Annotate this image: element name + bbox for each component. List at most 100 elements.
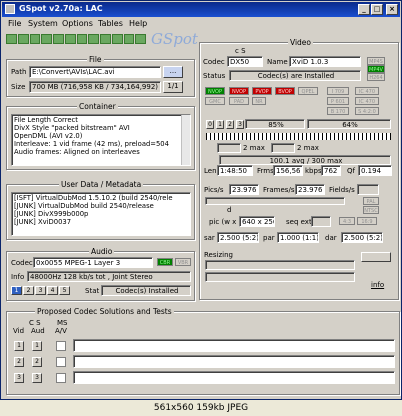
s420-flag: S 4:2:0: [355, 107, 379, 115]
vbr-flag: VBR: [175, 258, 191, 266]
aud-test-2[interactable]: 2: [32, 357, 42, 367]
size-field: 700 MB (716,958 KB / 734,164,992): [29, 81, 161, 93]
ic470-flag: IC 470: [355, 87, 379, 95]
max-slider-2[interactable]: [271, 143, 295, 153]
container-scrollbar[interactable]: [181, 115, 190, 165]
size-label: Size: [11, 83, 26, 91]
resize-option-button[interactable]: [361, 252, 391, 262]
list-item: [JUNK] DivX999b000p: [14, 210, 89, 218]
resizing-field-2: [205, 272, 355, 282]
file-group-title: File: [87, 55, 104, 64]
qpel-percent: 64%: [307, 119, 391, 129]
nvop-flag-a: NVOP: [205, 87, 225, 95]
audio-stream-tabs: 1 2 3 4 5: [11, 286, 70, 295]
ntsc-flag: NTSC: [363, 206, 379, 214]
audio-stat-label: Stat: [85, 287, 100, 295]
frame-ctrl[interactable]: 2: [226, 120, 234, 129]
minimize-button[interactable]: _: [358, 4, 370, 15]
path-label: Path: [11, 68, 27, 76]
pics-field: 23.976: [229, 184, 259, 195]
cs-label: C S: [29, 319, 41, 327]
audio-tab[interactable]: 1: [11, 286, 22, 295]
audio-tab[interactable]: 4: [47, 286, 58, 295]
len-field: 1:48:50: [217, 165, 253, 176]
vid-test-1[interactable]: 1: [14, 341, 24, 351]
gspot-window: GSpot v2.70a: LAC _ □ × File System Opti…: [0, 0, 402, 400]
pvop-flag: PVOP: [252, 87, 272, 95]
frame-ctrl[interactable]: 0: [206, 120, 214, 129]
close-button[interactable]: ×: [386, 4, 398, 15]
bvop-percent: 85%: [245, 119, 305, 129]
video-name-field[interactable]: XviD 1.0.3: [289, 56, 361, 67]
menu-tables[interactable]: Tables: [98, 19, 123, 28]
app-icon[interactable]: [5, 4, 15, 14]
audio-codec-label: Codec: [11, 259, 33, 267]
maximize-button[interactable]: □: [371, 4, 383, 15]
userdata-list[interactable]: [ISFT] VirtualDubMod 1.5.10.2 (build 254…: [11, 192, 191, 236]
menu-help[interactable]: Help: [129, 19, 147, 28]
dar-label: dar: [325, 234, 337, 242]
ms-label: MS: [57, 319, 68, 327]
sar-field: 2.500 (5:2): [217, 232, 259, 243]
max-label-1: 2 max: [243, 144, 265, 152]
browse-button[interactable]: ...: [163, 66, 183, 78]
audio-info-label: Info: [11, 273, 25, 281]
path-field[interactable]: E:\Convert\AVIs\LAC.avi: [29, 66, 161, 78]
userdata-group-title: User Data / Metadata: [59, 180, 144, 189]
container-list[interactable]: File Length Correct DivX Style "packed b…: [11, 114, 191, 166]
audio-tab[interactable]: 5: [59, 286, 70, 295]
qf-label: Qf: [347, 167, 355, 175]
gspot-logo: GSpot: [151, 30, 198, 48]
list-item: DivX Style "packed bitstream" AVI: [14, 124, 130, 132]
list-item: [JUNK] XviD0037: [14, 218, 72, 226]
page-indicator[interactable]: 1/1: [163, 81, 183, 93]
decorative-ribbon: [6, 34, 146, 44]
sar-label: sar: [204, 234, 215, 242]
pal-flag: PAL: [363, 197, 379, 205]
solution-field-3[interactable]: [73, 371, 395, 384]
list-item: OpenDML (AVI v2.0): [14, 132, 83, 140]
menu-options[interactable]: Options: [62, 19, 93, 28]
pic-field: 640 x 256: [239, 216, 275, 227]
list-item: [ISFT] VirtualDubMod 1.5.10.2 (build 254…: [14, 194, 173, 202]
audio-stat-field: Codec(s) Installed: [101, 285, 191, 296]
frame-ctrl[interactable]: 3: [236, 120, 244, 129]
av-label: A/V: [55, 327, 67, 335]
b170-flag: B 170: [327, 107, 349, 115]
aud-label: Aud: [31, 327, 45, 335]
menu-bar: File System Options Tables Help: [2, 18, 400, 31]
menu-system[interactable]: System: [28, 19, 58, 28]
seqext-label: seq ext: [286, 218, 312, 226]
cs-caption: c S: [235, 47, 246, 55]
av-check-3[interactable]: [56, 373, 66, 383]
av-check-2[interactable]: [56, 357, 66, 367]
menu-file[interactable]: File: [8, 19, 21, 28]
info-link[interactable]: info: [371, 281, 384, 289]
av-check-1[interactable]: [56, 341, 66, 351]
nvop-flag: NVOP: [229, 87, 249, 95]
max-slider-1[interactable]: [217, 143, 241, 153]
video-codec-label: Codec: [203, 58, 225, 66]
fps-bar: [205, 197, 345, 205]
audio-tab[interactable]: 3: [35, 286, 46, 295]
frames-label: Frames/s: [263, 186, 295, 194]
video-codec-field[interactable]: DX50: [227, 56, 263, 67]
audio-codec-field[interactable]: 0x0055 MPEG-1 Layer 3: [33, 257, 153, 268]
vid-label: Vid: [13, 327, 25, 335]
aud-test-1[interactable]: 1: [32, 341, 42, 351]
vid-test-2[interactable]: 2: [14, 357, 24, 367]
vid-test-3[interactable]: 3: [14, 373, 24, 383]
nr-flag: NR: [252, 97, 266, 105]
ic470-flag-b: IC 470: [355, 97, 379, 105]
frame-ruler: [206, 133, 391, 140]
frame-ctrl[interactable]: 1: [216, 120, 224, 129]
container-group-title: Container: [77, 102, 118, 111]
title-bar[interactable]: GSpot v2.70a: LAC _ □ ×: [2, 2, 400, 17]
aud-test-3[interactable]: 3: [32, 373, 42, 383]
par-label: par: [263, 234, 275, 242]
list-item: Audio frames: Aligned on interleaves: [14, 148, 140, 156]
solution-field-2[interactable]: [73, 355, 395, 368]
audio-tab[interactable]: 2: [23, 286, 34, 295]
h264-flag: H264: [367, 73, 385, 81]
solution-field-1[interactable]: [73, 339, 395, 352]
